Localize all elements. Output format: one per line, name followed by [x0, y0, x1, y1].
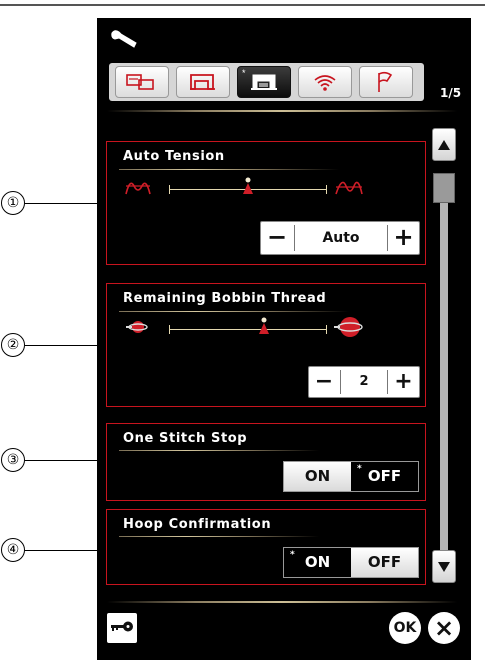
one-stitch-stop-on-button[interactable]: ON: [284, 462, 351, 491]
hoop-confirmation-rule: [119, 536, 319, 537]
scroll-down-button[interactable]: [432, 550, 456, 583]
auto-tension-title: Auto Tension: [123, 149, 225, 164]
one-stitch-stop-title: One Stitch Stop: [123, 431, 248, 446]
key-lock-button[interactable]: [107, 613, 137, 643]
page-indicator: 1/5: [440, 86, 462, 100]
tab-language-settings[interactable]: [359, 66, 413, 98]
hoop-confirmation-toggle: * ON OFF: [283, 547, 419, 578]
sewing-machine-icon: [190, 74, 215, 90]
header-divider: [107, 110, 457, 112]
callout-2: ②: [1, 333, 25, 357]
bobbin-thread-value: 2: [359, 374, 369, 389]
key-icon: [111, 621, 133, 632]
embroidery-machine-icon: [251, 74, 277, 90]
slider-tick-left: [169, 325, 170, 334]
slider-tick-right: [326, 325, 327, 334]
settings-tab-bar: *: [109, 63, 424, 101]
arrow-up-icon: [438, 139, 450, 150]
callout-3: ③: [1, 448, 25, 472]
close-button[interactable]: ×: [428, 612, 460, 644]
bobbin-thread-rule: [119, 311, 349, 312]
settings-screen: * 1/5 Auto Tension − Auto + Remaining Bo…: [97, 18, 471, 660]
arrow-down-icon: [438, 561, 450, 572]
bobbin-thread-slider-track[interactable]: [169, 329, 327, 330]
thread-tight-icon: [335, 181, 363, 195]
tab-common-settings[interactable]: [115, 66, 169, 98]
slider-tick-left: [169, 185, 170, 194]
auto-tension-rule: [119, 169, 339, 170]
flag-icon: [378, 71, 393, 92]
one-stitch-stop-off-button[interactable]: * OFF: [351, 462, 418, 491]
tab-wireless-settings[interactable]: [298, 66, 352, 98]
bobbin-thread-section: Remaining Bobbin Thread − 2 +: [106, 283, 426, 407]
ok-button[interactable]: OK: [389, 612, 421, 644]
auto-tension-stepper: − Auto +: [260, 221, 420, 255]
auto-tension-plus-button[interactable]: +: [388, 222, 419, 254]
top-border-line: [0, 4, 485, 6]
scrollbar-thumb[interactable]: [433, 173, 455, 203]
hoop-confirmation-section: Hoop Confirmation * ON OFF: [106, 509, 426, 585]
callout-4: ④: [1, 538, 25, 562]
bobbin-thread-title: Remaining Bobbin Thread: [123, 291, 327, 306]
tab-sewing-settings[interactable]: [176, 66, 230, 98]
bobbin-low-icon: [126, 321, 148, 333]
thread-loose-icon: [125, 182, 151, 195]
bobbin-thread-plus-button[interactable]: +: [388, 367, 419, 397]
bobbin-thread-stepper: − 2 +: [308, 366, 420, 398]
one-stitch-stop-rule: [119, 450, 319, 451]
machine-sewing-settings-icon: [126, 74, 154, 90]
tab-embroidery-settings[interactable]: *: [237, 66, 291, 98]
auto-tension-value: Auto: [322, 230, 360, 246]
hoop-confirmation-off-button[interactable]: OFF: [351, 548, 418, 577]
bobbin-thread-minus-button[interactable]: −: [309, 367, 339, 397]
auto-tension-slider-marker[interactable]: [241, 177, 255, 195]
auto-tension-section: Auto Tension − Auto +: [106, 141, 426, 265]
scroll-up-button[interactable]: [432, 128, 456, 161]
wireless-icon: [314, 75, 336, 91]
one-stitch-stop-section: One Stitch Stop ON * OFF: [106, 423, 426, 501]
scrollbar-track[interactable]: [440, 173, 448, 569]
bobbin-full-icon: [334, 317, 363, 337]
slider-tick-right: [326, 185, 327, 194]
auto-tension-minus-button[interactable]: −: [261, 222, 293, 254]
hoop-confirmation-on-button[interactable]: * ON: [284, 548, 351, 577]
bobbin-thread-slider-marker[interactable]: [257, 317, 271, 335]
footer-divider: [107, 601, 457, 603]
wrench-icon: [109, 28, 139, 50]
callout-1: ①: [1, 191, 25, 215]
hoop-confirmation-title: Hoop Confirmation: [123, 517, 272, 532]
one-stitch-stop-toggle: ON * OFF: [283, 461, 419, 492]
